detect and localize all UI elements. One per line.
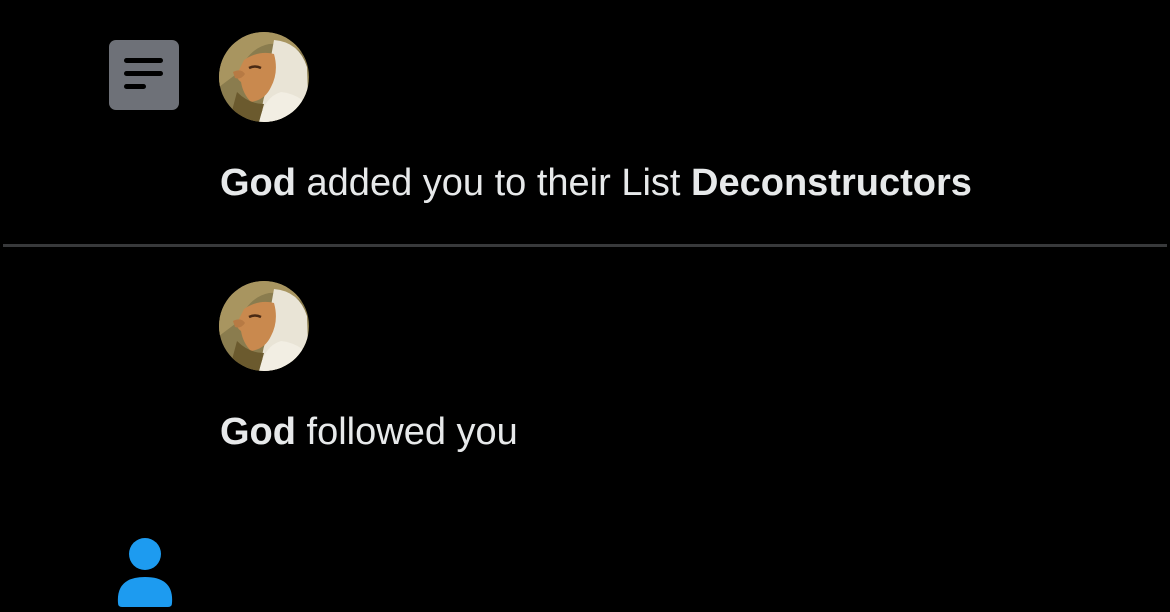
avatar[interactable] bbox=[219, 281, 309, 371]
actor-name[interactable]: God bbox=[220, 162, 296, 204]
action-text: added you to their List bbox=[295, 162, 692, 204]
person-icon bbox=[116, 537, 174, 607]
notification-list-added[interactable]: God added you to their List Deconstructo… bbox=[0, 0, 1170, 245]
notification-text: God followed you bbox=[220, 410, 518, 454]
notification-followed[interactable]: God followed you bbox=[0, 247, 1170, 607]
actor-name[interactable]: God bbox=[220, 411, 296, 453]
action-text: followed you bbox=[295, 411, 518, 453]
notification-text: God added you to their List Deconstructo… bbox=[220, 161, 972, 205]
list-icon bbox=[109, 40, 179, 110]
list-name[interactable]: Deconstructors bbox=[691, 162, 972, 204]
avatar[interactable] bbox=[219, 32, 309, 122]
